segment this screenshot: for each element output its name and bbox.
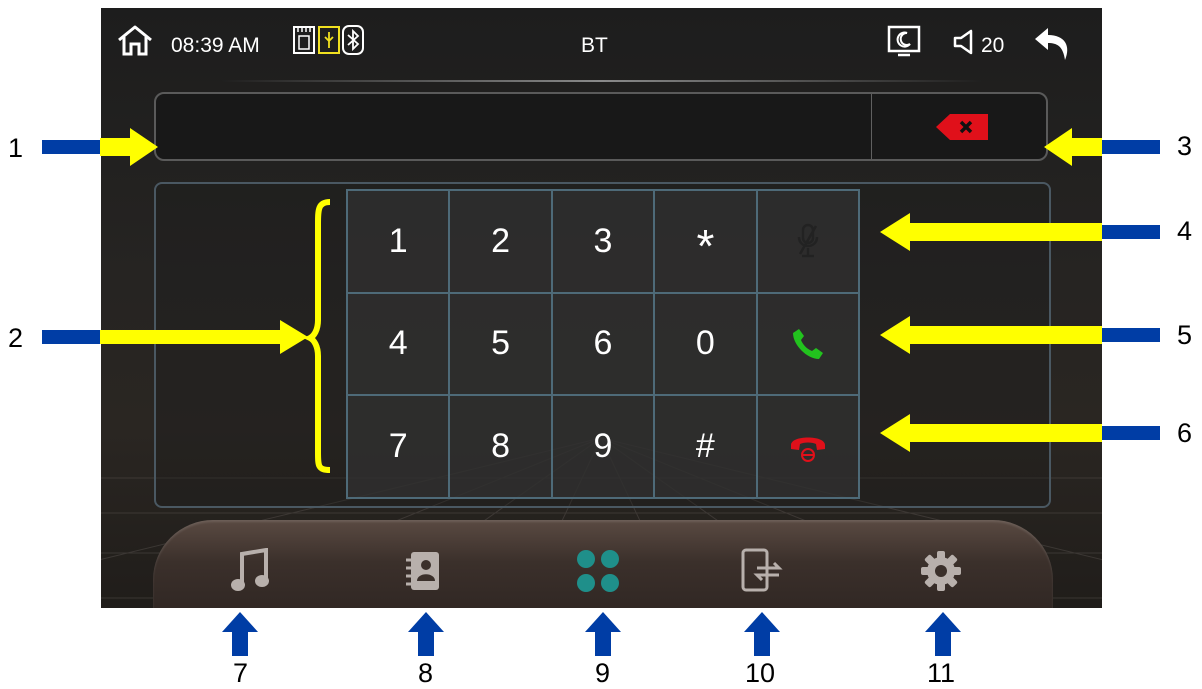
callout-label-6: 6 <box>1177 418 1193 448</box>
callout-label-8: 8 <box>418 658 434 688</box>
callout-label-2: 2 <box>8 323 24 353</box>
callout-label-1: 1 <box>8 133 24 163</box>
callout-arrow-3 <box>1044 128 1102 166</box>
callout-label-10: 10 <box>745 658 776 688</box>
callout-arrow-4 <box>880 213 1102 251</box>
callout-arrow-1 <box>100 128 158 166</box>
callout-arrows <box>42 128 1160 656</box>
callout-bar-6 <box>1102 426 1160 440</box>
keypad-brace <box>303 199 331 473</box>
callout-arrow-11 <box>925 612 961 656</box>
callout-bar-3 <box>1102 140 1160 154</box>
callout-bar-4 <box>1102 225 1160 239</box>
callout-bar-1 <box>42 140 100 154</box>
callout-bar-2 <box>42 330 100 344</box>
callout-label-3: 3 <box>1177 131 1193 161</box>
callout-arrow-5 <box>880 316 1102 354</box>
callout-label-5: 5 <box>1177 320 1193 350</box>
callout-label-9: 9 <box>595 658 611 688</box>
callout-label-11: 11 <box>927 658 956 688</box>
callout-arrow-8 <box>408 612 444 656</box>
callout-arrow-10 <box>744 612 780 656</box>
callout-arrow-6 <box>880 414 1102 452</box>
callout-label-7: 7 <box>233 658 249 688</box>
callout-arrow-7 <box>222 612 258 656</box>
callout-arrow-2 <box>100 320 308 354</box>
callout-arrow-9 <box>585 612 621 656</box>
callout-bar-5 <box>1102 328 1160 342</box>
callout-label-4: 4 <box>1177 216 1193 246</box>
